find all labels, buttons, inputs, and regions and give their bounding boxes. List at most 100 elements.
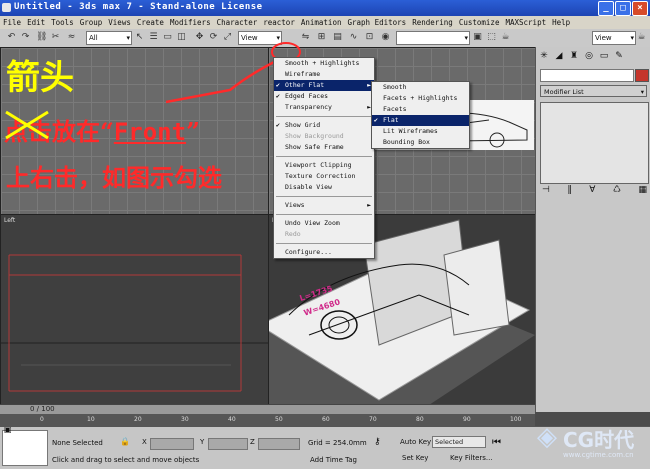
title-bar: Untitled - 3ds max 7 - Stand-alone Licen… xyxy=(0,0,650,16)
submenu-item[interactable]: Bounding Box xyxy=(372,137,469,148)
render-view-dropdown[interactable]: View xyxy=(592,31,636,45)
menu-modifiers[interactable]: Modifiers xyxy=(167,16,214,29)
select-by-name-icon[interactable]: ☰ xyxy=(148,32,159,43)
context-menu-item[interactable]: Views ► xyxy=(274,200,374,211)
menu-graph-editors[interactable]: Graph Editors xyxy=(344,16,409,29)
menu-tools[interactable]: Tools xyxy=(48,16,77,29)
context-menu-item[interactable]: Wireframe xyxy=(274,69,374,80)
maxscript-listener[interactable] xyxy=(2,430,48,466)
menu-file[interactable]: File xyxy=(0,16,24,29)
menu-reactor[interactable]: reactor xyxy=(260,16,298,29)
select-object-icon[interactable]: ↖ xyxy=(134,32,145,43)
menu-separator xyxy=(276,214,372,215)
app-icon[interactable] xyxy=(2,3,11,12)
submenu-item[interactable]: Facets + Highlights xyxy=(372,93,469,104)
context-menu-item[interactable]: Texture Correction xyxy=(274,171,374,182)
menu-character[interactable]: Character xyxy=(214,16,261,29)
submenu-item[interactable]: ✔ Flat xyxy=(372,115,469,126)
menu-rendering[interactable]: Rendering xyxy=(409,16,456,29)
display-tab-icon[interactable]: ▭ xyxy=(598,50,610,62)
curve-editor-icon[interactable]: ∿ xyxy=(348,32,359,43)
modify-tab-icon[interactable]: ◢ xyxy=(553,50,565,62)
configure-sets-icon[interactable]: ▦ xyxy=(638,185,647,195)
timeline-tick-label: 50 xyxy=(275,416,283,423)
create-tab-icon[interactable]: ✳ xyxy=(538,50,550,62)
context-menu-item[interactable]: ✔ Show Grid xyxy=(274,120,374,131)
named-selection-dropdown[interactable] xyxy=(396,31,470,45)
add-time-tag-button[interactable]: Add Time Tag xyxy=(310,456,357,464)
context-menu-item[interactable]: Smooth + Highlights xyxy=(274,58,374,69)
render-teapot-icon[interactable]: ☕ xyxy=(636,32,647,43)
link-icon[interactable]: ⛓ xyxy=(36,32,47,43)
redo-icon[interactable]: ↷ xyxy=(20,32,31,43)
render-icon[interactable]: ⬚ xyxy=(486,32,497,43)
menu-help[interactable]: Help xyxy=(549,16,573,29)
command-panel: ✳ ◢ ♜ ◎ ▭ ✎ Modifier List ⊣ ‖ ∀ ♺ ▦ xyxy=(535,47,650,412)
menu-views[interactable]: Views xyxy=(105,16,134,29)
set-key-mode-icon[interactable]: ⚷ xyxy=(374,437,381,447)
submenu-item[interactable]: Smooth xyxy=(372,82,469,93)
track-bar[interactable]: 0 10 20 30 40 50 60 70 80 90 100 xyxy=(0,414,535,426)
context-menu-item-label: Redo xyxy=(285,230,301,238)
menu-animation[interactable]: Animation xyxy=(298,16,345,29)
unlink-icon[interactable]: ✂ xyxy=(50,32,61,43)
z-coord-field[interactable] xyxy=(258,438,300,450)
motion-tab-icon[interactable]: ◎ xyxy=(583,50,595,62)
modifier-stack[interactable] xyxy=(540,102,649,184)
utilities-tab-icon[interactable]: ✎ xyxy=(613,50,625,62)
layer-manager-icon[interactable]: ▤ xyxy=(332,32,343,43)
checkmark-icon: ✔ xyxy=(374,116,378,124)
bind-spacewarp-icon[interactable]: ≈ xyxy=(66,32,77,43)
material-editor-icon[interactable]: ◉ xyxy=(380,32,391,43)
checkmark-icon: ✔ xyxy=(276,92,280,100)
menu-group[interactable]: Group xyxy=(77,16,106,29)
object-name-field[interactable] xyxy=(540,69,634,82)
yellow-cross-mark xyxy=(5,110,49,140)
make-unique-icon[interactable]: ∀ xyxy=(589,185,595,195)
menu-customize[interactable]: Customize xyxy=(456,16,503,29)
context-menu-item[interactable]: Disable View xyxy=(274,182,374,193)
key-selection-dropdown[interactable]: Selected xyxy=(432,436,486,448)
context-menu-item[interactable]: Viewport Clipping xyxy=(274,160,374,171)
x-coord-field[interactable] xyxy=(150,438,194,450)
context-menu-item[interactable]: Undo View Zoom xyxy=(274,218,374,229)
context-menu-item-label: Other Flat xyxy=(285,81,325,89)
pin-stack-icon[interactable]: ⊣ xyxy=(542,185,550,195)
annotation-quote-end: ” xyxy=(186,117,200,146)
minimize-button[interactable]: _ xyxy=(598,1,614,16)
context-menu-item[interactable]: Show Safe Frame xyxy=(274,142,374,153)
submenu-item[interactable]: Lit Wireframes xyxy=(372,126,469,137)
cgtime-watermark: ◈ CG时代 www.cgtime.com.cn xyxy=(533,418,648,466)
context-menu-item-label: Texture Correction xyxy=(285,172,356,180)
show-end-result-icon[interactable]: ‖ xyxy=(567,185,572,195)
object-color-swatch[interactable] xyxy=(635,69,649,82)
submenu-item[interactable]: Facets xyxy=(372,104,469,115)
maximize-button[interactable]: □ xyxy=(615,1,631,16)
auto-key-button[interactable]: Auto Key xyxy=(400,438,431,446)
lock-selection-icon[interactable]: 🔒 xyxy=(120,437,130,446)
selection-filter-dropdown[interactable]: All xyxy=(86,31,132,45)
render-setup-icon[interactable]: ▣ xyxy=(472,32,483,43)
menu-maxscript[interactable]: MAXScript xyxy=(502,16,549,29)
context-menu-item[interactable]: ✔ Other Flat ► xyxy=(274,80,374,91)
schematic-view-icon[interactable]: ⊡ xyxy=(364,32,375,43)
viewport-left[interactable]: Left xyxy=(0,214,270,406)
submenu-item-label: Flat xyxy=(383,116,399,124)
command-panel-tabs: ✳ ◢ ♜ ◎ ▭ ✎ xyxy=(538,50,649,64)
context-menu-item[interactable]: Transparency ► xyxy=(274,102,374,113)
y-coord-field[interactable] xyxy=(208,438,248,450)
close-button[interactable]: × xyxy=(632,1,648,16)
menu-edit[interactable]: Edit xyxy=(24,16,48,29)
undo-icon[interactable]: ↶ xyxy=(6,32,17,43)
context-menu-item[interactable]: ✔ Edged Faces xyxy=(274,91,374,102)
set-key-button[interactable]: Set Key xyxy=(402,454,428,462)
key-filters-button[interactable]: Key Filters... xyxy=(450,454,493,462)
hierarchy-tab-icon[interactable]: ♜ xyxy=(568,50,580,62)
modifier-list-dropdown[interactable]: Modifier List xyxy=(540,85,647,98)
listener-icon[interactable]: ▣ xyxy=(4,425,12,434)
menu-create[interactable]: Create xyxy=(134,16,167,29)
context-menu-item[interactable]: Configure... xyxy=(274,247,374,258)
quick-render-icon[interactable]: ☕ xyxy=(500,32,511,43)
go-to-start-icon[interactable]: ⏮ xyxy=(492,437,501,448)
remove-modifier-icon[interactable]: ♺ xyxy=(613,185,621,195)
